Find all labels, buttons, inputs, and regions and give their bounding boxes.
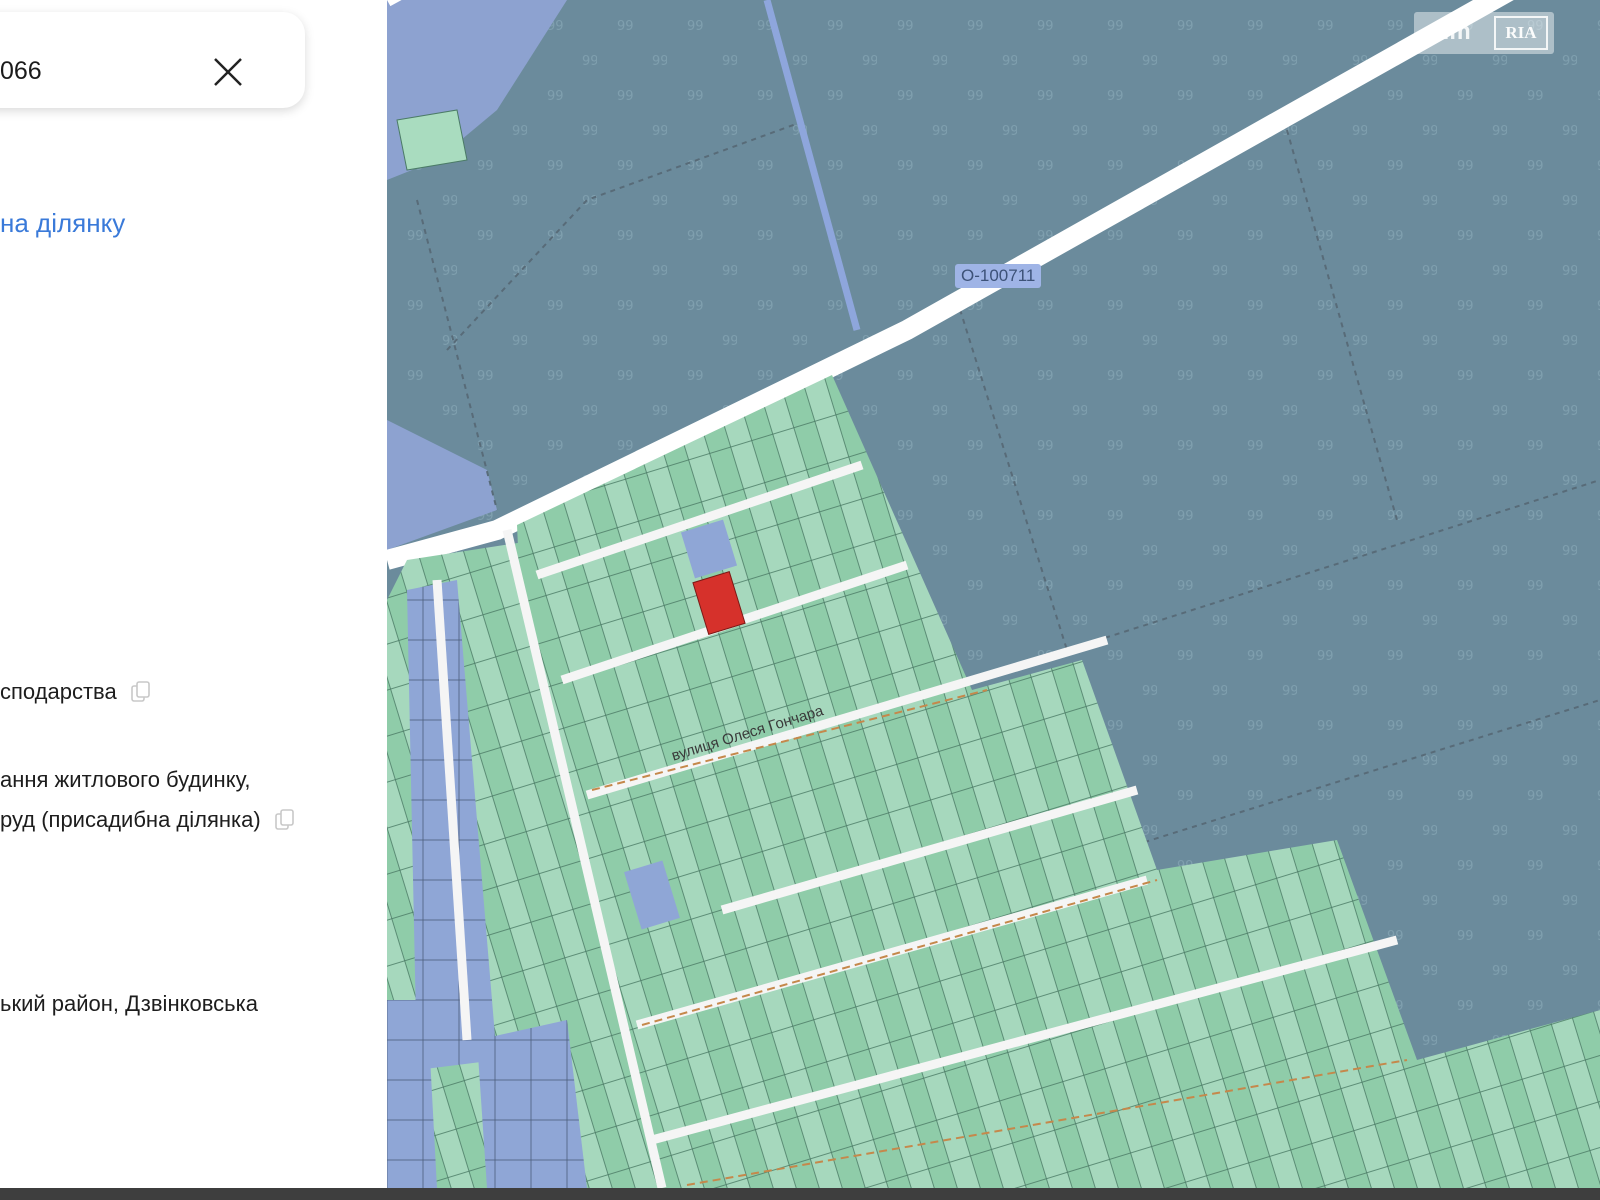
bottom-bar xyxy=(0,1188,1600,1200)
info-line: ання житлового будинку, xyxy=(0,767,251,792)
info-line: руд (присадибна ділянка) xyxy=(0,807,261,832)
parcel-link[interactable]: на ділянку xyxy=(0,208,125,239)
watermark-right: RIA xyxy=(1494,16,1548,50)
cadastral-map[interactable]: 99 99 xyxy=(387,0,1600,1188)
watermark-left: dim xyxy=(1428,18,1471,45)
watermark-logo: dim RIA xyxy=(1414,12,1554,54)
map-canvas[interactable]: 99 99 xyxy=(387,0,1600,1188)
purpose-category-text: сподарства xyxy=(0,672,151,712)
close-icon[interactable] xyxy=(210,54,246,90)
copy-icon[interactable] xyxy=(131,681,151,705)
search-box[interactable]: 066 xyxy=(0,12,305,108)
green-area xyxy=(396,109,468,171)
info-line: сподарства xyxy=(0,679,117,704)
info-line: ький район, Дзвінковська xyxy=(0,991,258,1016)
purpose-text: ання житлового будинку, руд (присадибна … xyxy=(0,760,295,840)
road-badge: O-100711 xyxy=(955,264,1042,288)
search-input-value[interactable]: 066 xyxy=(0,57,42,86)
address-text: ький район, Дзвінковська xyxy=(0,984,258,1024)
copy-icon[interactable] xyxy=(275,809,295,833)
sidebar: 066 на ділянку сподарства ання житлового… xyxy=(0,0,387,1188)
